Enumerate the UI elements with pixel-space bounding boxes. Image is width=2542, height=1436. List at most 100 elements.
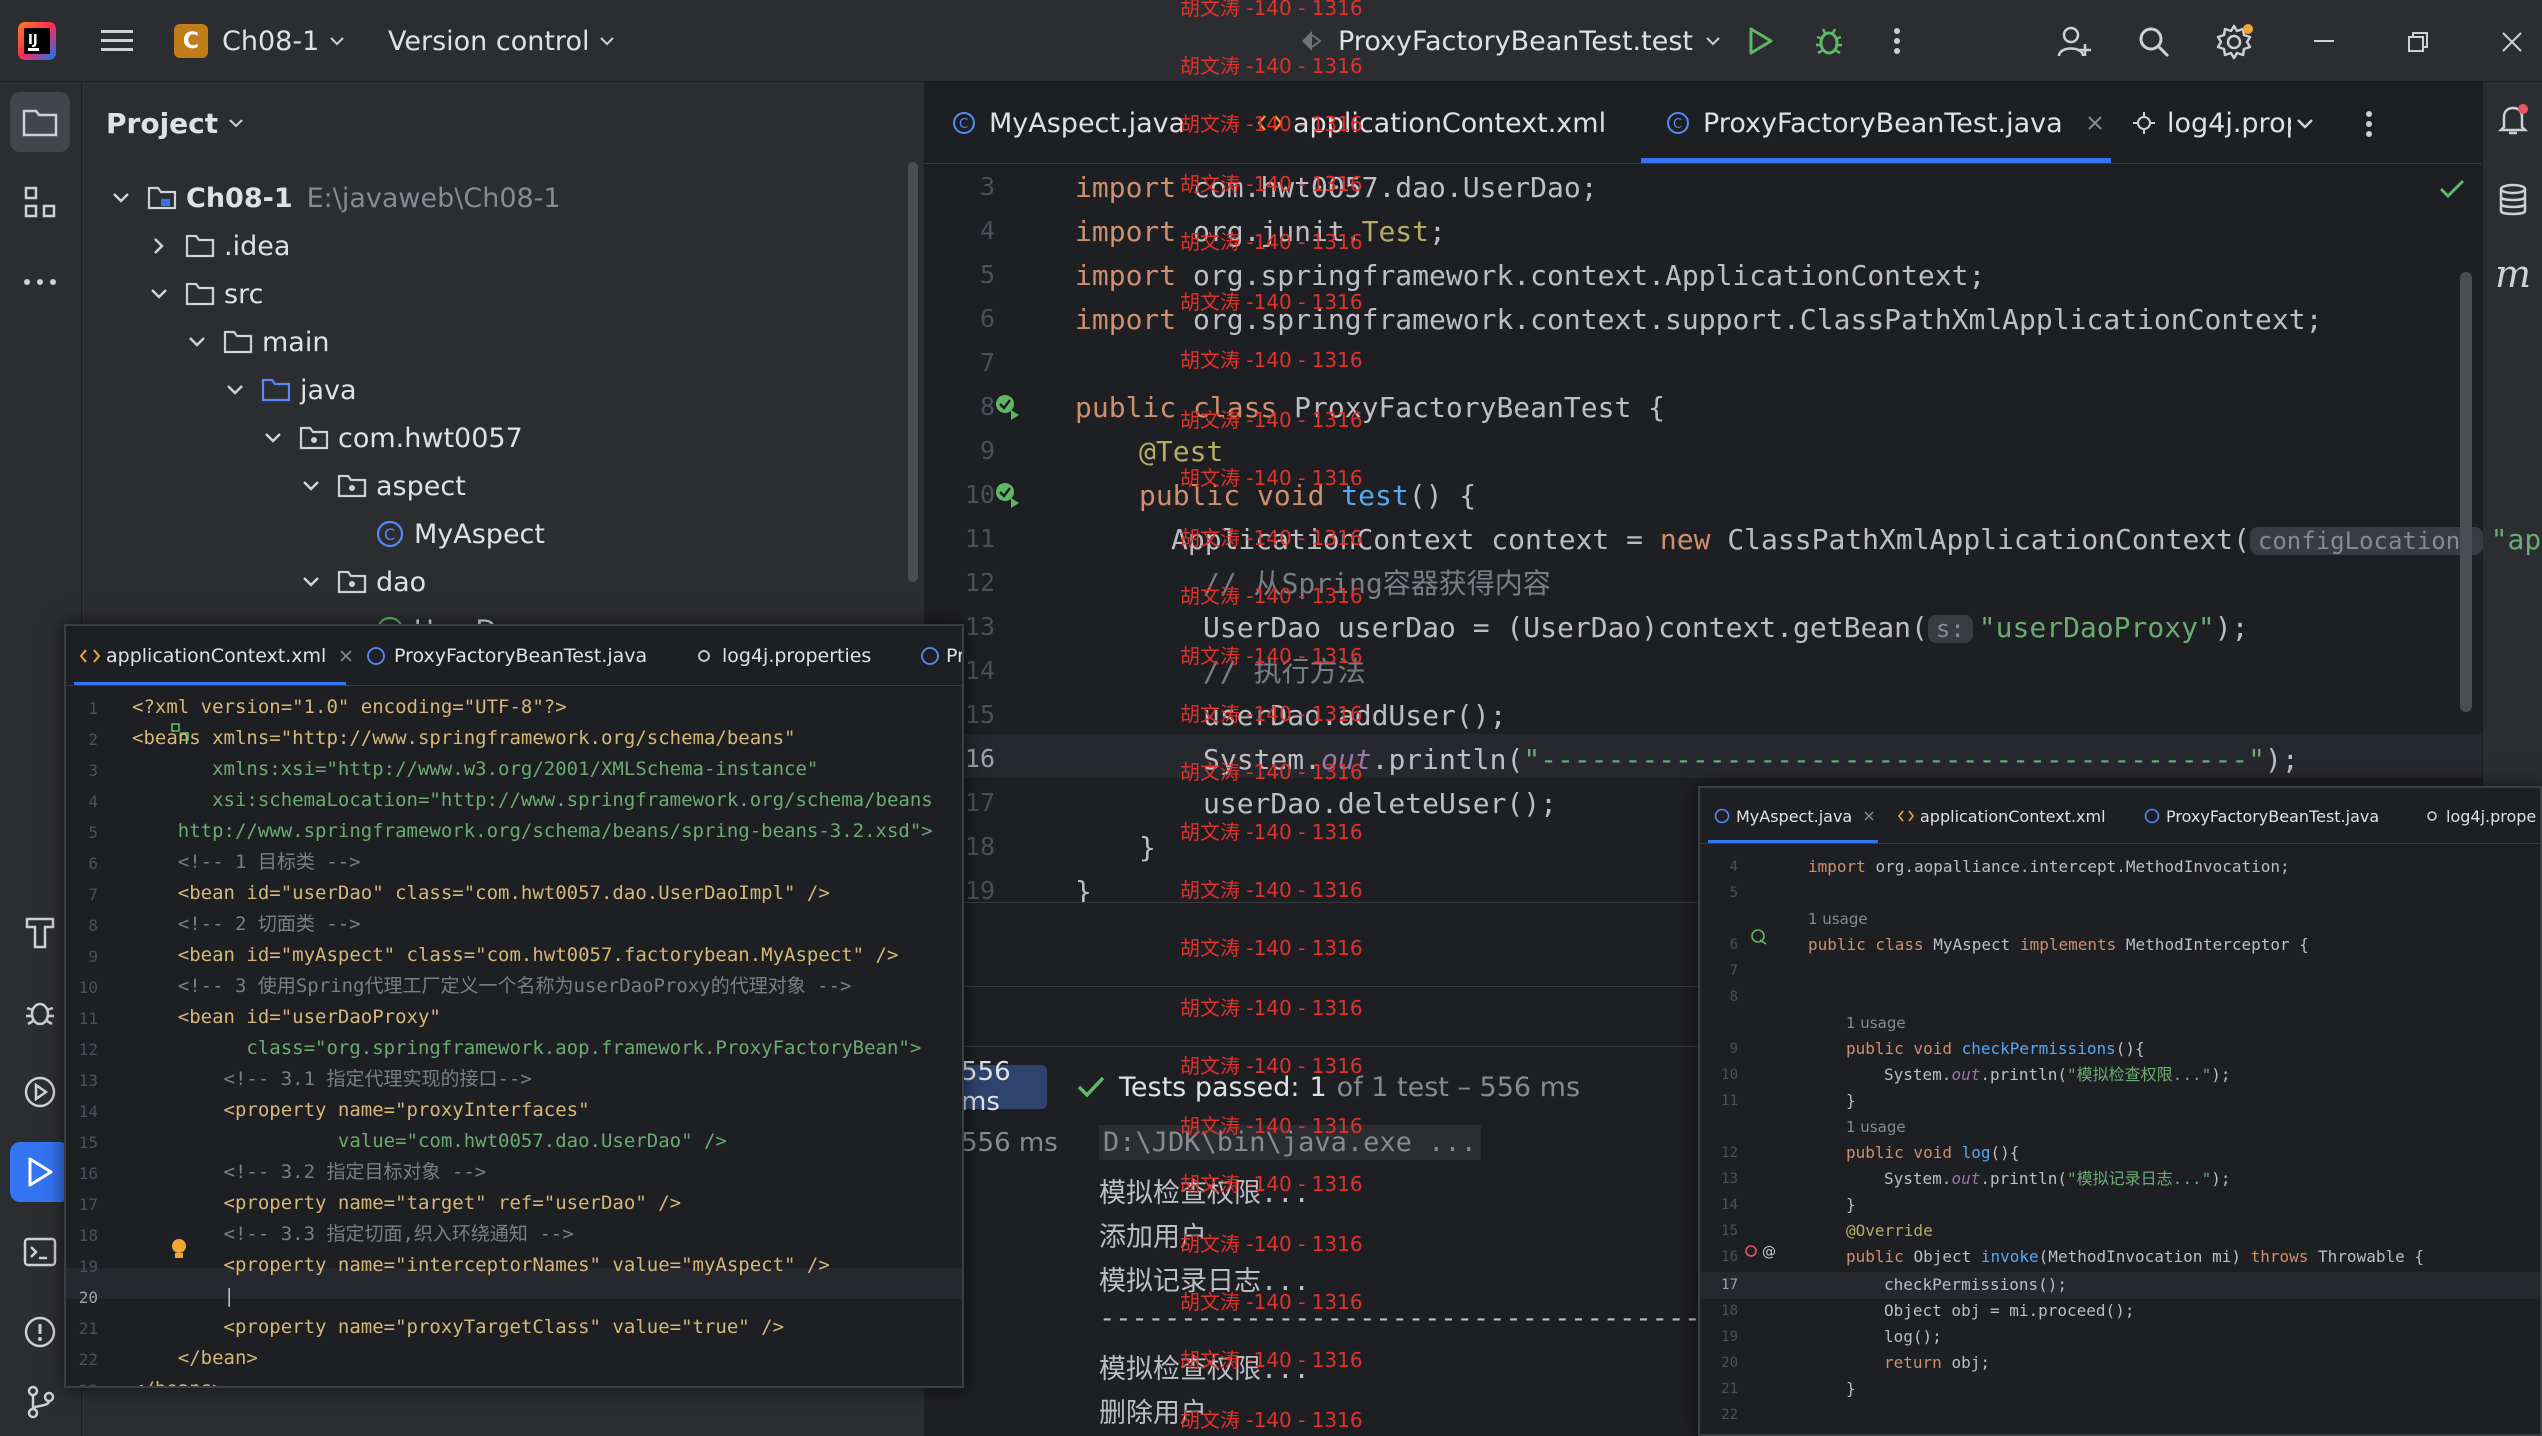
xml-line[interactable]: <!-- 3.2 指定目标对象 --> [132, 1157, 487, 1188]
structure-tool-icon[interactable] [10, 172, 70, 232]
close-tab-icon[interactable] [2087, 115, 2103, 131]
vcs-widget[interactable]: Version control [388, 20, 615, 62]
search-icon[interactable] [2134, 22, 2174, 62]
tree-node-aspect[interactable]: aspect [296, 462, 466, 510]
java-line[interactable]: public void checkPermissions(){ [1846, 1036, 2145, 1062]
close-icon[interactable] [2492, 22, 2532, 62]
run-test-gutter-icon[interactable] [991, 390, 1025, 424]
add-user-icon[interactable] [2054, 22, 2094, 62]
java-line[interactable]: @Override [1846, 1218, 1933, 1244]
chevron-down-icon[interactable] [296, 567, 326, 597]
java-line[interactable]: } [1846, 1376, 1856, 1402]
git-tool-icon[interactable] [10, 1372, 70, 1432]
tree-node-myaspect[interactable]: C MyAspect [374, 510, 545, 558]
more-tools-icon[interactable] [10, 252, 70, 312]
database-icon[interactable] [2491, 178, 2535, 222]
more-options-icon[interactable] [1878, 22, 1916, 60]
tree-node-main[interactable]: main [182, 318, 329, 366]
problems-tool-icon[interactable] [10, 1302, 70, 1362]
java-line[interactable]: public class MyAspect implements MethodI… [1808, 932, 2309, 958]
tree-node-src[interactable]: src [144, 270, 263, 318]
code-line-8[interactable]: public class ProxyFactoryBeanTest { [1075, 386, 1665, 430]
main-menu-icon[interactable] [98, 22, 136, 60]
chevron-down-icon[interactable] [2287, 106, 2323, 142]
no-problems-check-icon[interactable] [2437, 174, 2467, 204]
java-line[interactable]: } [1846, 1088, 1856, 1114]
debug-tool-icon[interactable] [10, 982, 70, 1042]
tab-myaspect[interactable]: MyAspect.java [1714, 788, 1874, 844]
tree-node-package[interactable]: com.hwt0057 [258, 414, 523, 462]
usage-hint[interactable]: 1 usage [1808, 910, 1868, 928]
override-gutter-icon[interactable]: @ [1744, 1242, 1780, 1260]
xml-line[interactable]: <?xml version="1.0" encoding="UTF-8"?> [132, 692, 567, 723]
tab-log4j[interactable]: log4j.prope [2424, 788, 2536, 844]
java-line[interactable]: Object obj = mi.proceed(); [1884, 1298, 2134, 1324]
editor-scrollbar[interactable] [2460, 272, 2472, 712]
java-line[interactable]: System.out.println("模拟记录日志..."); [1884, 1166, 2230, 1192]
java-line[interactable]: return obj; [1884, 1350, 1990, 1376]
notifications-icon[interactable] [2491, 98, 2535, 142]
xml-line[interactable]: <bean id="userDao" class="com.hwt0057.da… [132, 878, 830, 909]
settings-icon[interactable] [2212, 20, 2256, 64]
xml-line[interactable]: <property name="proxyInterfaces" [132, 1095, 590, 1126]
implements-gutter-icon[interactable] [1750, 928, 1768, 946]
run-test-gutter-icon[interactable] [991, 478, 1025, 512]
xml-line[interactable]: <!-- 3.3 指定切面,织入环绕通知 --> [132, 1219, 574, 1250]
xml-line[interactable]: <beans xmlns="http://www.springframework… [132, 723, 795, 754]
xml-line[interactable]: <property name="target" ref="userDao" /> [132, 1188, 682, 1219]
xml-line[interactable]: <property name="proxyTargetClass" value=… [132, 1312, 785, 1343]
usage-hint[interactable]: 1 usage [1846, 1014, 1906, 1032]
chevron-down-icon[interactable] [144, 279, 174, 309]
tab-proxyfactorybeantest[interactable]: C ProxyFactoryBeanTest.java [1665, 82, 2103, 164]
xml-line[interactable]: <bean id="myAspect" class="com.hwt0057.f… [132, 940, 899, 971]
tab-applicationcontext[interactable]: applicationContext.xml [1898, 788, 2106, 844]
chevron-down-icon[interactable] [182, 327, 212, 357]
close-tab-icon[interactable] [1864, 811, 1874, 821]
close-tab-icon[interactable] [340, 650, 352, 662]
tab-myaspect[interactable]: C MyAspect.java [951, 82, 1185, 164]
java-line[interactable]: } [1846, 1192, 1856, 1218]
xml-line[interactable]: <!-- 2 切面类 --> [132, 909, 361, 940]
chevron-right-icon[interactable] [144, 231, 174, 261]
minimize-icon[interactable] [2304, 22, 2344, 62]
xml-line[interactable]: xsi:schemaLocation="http://www.springfra… [132, 785, 933, 816]
chevron-down-icon[interactable] [106, 183, 136, 213]
restore-icon[interactable] [2398, 22, 2438, 62]
services-tool-icon[interactable] [10, 1062, 70, 1122]
tab-proxyfactorybeantest[interactable]: ProxyFactoryBeanTest.java [366, 626, 647, 686]
java-line[interactable]: log(); [1884, 1324, 1942, 1350]
tab-proxyfactorybeantest[interactable]: ProxyFactoryBeanTest.java [2144, 788, 2379, 844]
java-line[interactable]: public void log(){ [1846, 1140, 2019, 1166]
chevron-down-icon[interactable] [296, 471, 326, 501]
chevron-down-icon[interactable] [220, 375, 250, 405]
terminal-tool-icon[interactable] [10, 1222, 70, 1282]
tab-log4j[interactable]: log4j.properties [694, 626, 871, 686]
project-panel-header[interactable]: Project [106, 102, 244, 144]
tree-node-dao[interactable]: dao [296, 558, 426, 606]
tab-log4j[interactable]: log4j.properti [2131, 82, 2291, 164]
code-line-11[interactable]: ApplicationContext context = new ClassPa… [1171, 518, 2542, 562]
tree-node-idea[interactable]: .idea [144, 222, 290, 270]
tab-applicationcontext[interactable]: applicationContext.xml [80, 626, 352, 686]
java-line[interactable]: System.out.println("模拟检查权限..."); [1884, 1062, 2230, 1088]
java-line[interactable]: public Object invoke(MethodInvocation mi… [1846, 1244, 2424, 1270]
more-options-icon[interactable] [2351, 106, 2387, 142]
xml-line[interactable]: <bean id="userDaoProxy" [132, 1002, 441, 1033]
tab-more[interactable]: Pr [920, 626, 962, 686]
tree-node-root[interactable]: Ch08-1 E:\javaweb\Ch08-1 [106, 174, 561, 222]
xml-line[interactable]: value="com.hwt0057.dao.UserDao" /> [132, 1126, 727, 1157]
xml-line[interactable]: <!-- 3.1 指定代理实现的接口--> [132, 1064, 532, 1095]
code-line-16[interactable]: System.out.println("--------------------… [1203, 738, 2299, 782]
xml-line[interactable]: <property name="interceptorNames" value=… [132, 1250, 830, 1281]
xml-line[interactable]: </bean> [132, 1343, 258, 1374]
xml-line[interactable]: class="org.springframework.aop.framework… [132, 1033, 921, 1064]
xml-line[interactable]: xmlns:xsi="http://www.w3.org/2001/XMLSch… [132, 754, 818, 785]
project-scrollbar[interactable] [908, 162, 918, 582]
code-line-18[interactable]: } [1139, 826, 1156, 870]
java-line[interactable]: checkPermissions(); [1884, 1272, 2067, 1298]
project-widget[interactable]: C Ch08-1 [174, 20, 345, 62]
xml-line[interactable]: | [132, 1281, 235, 1312]
xml-line[interactable]: <!-- 3 使用Spring代理工厂定义一个名称为userDaoProxy的代… [132, 971, 852, 1002]
xml-line[interactable]: <!-- 1 目标类 --> [132, 847, 361, 878]
project-tool-icon[interactable] [10, 92, 70, 152]
